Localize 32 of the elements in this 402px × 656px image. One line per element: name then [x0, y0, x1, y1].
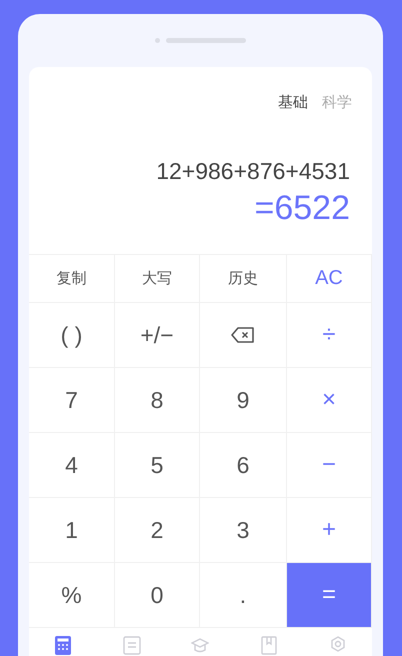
- result-text: =6522: [254, 189, 350, 228]
- operator-button[interactable]: ×: [287, 368, 372, 433]
- backspace-button[interactable]: [200, 303, 287, 368]
- key-button[interactable]: 8: [115, 368, 200, 433]
- key-button[interactable]: +/−: [115, 303, 200, 368]
- operator-button[interactable]: +: [287, 498, 372, 563]
- operator-button[interactable]: ÷: [287, 303, 372, 368]
- clear-button[interactable]: AC: [287, 255, 372, 303]
- expression-text: 12+986+876+4531: [155, 158, 350, 185]
- function-button[interactable]: 复制: [29, 255, 115, 303]
- key-button[interactable]: 1: [29, 498, 115, 563]
- key-button[interactable]: 3: [200, 498, 287, 563]
- key-button[interactable]: ( ): [29, 303, 115, 368]
- book-icon[interactable]: [260, 635, 278, 655]
- key-button[interactable]: .: [200, 563, 287, 628]
- backspace-icon: [230, 326, 256, 344]
- operator-button[interactable]: −: [287, 433, 372, 498]
- calculator-icon[interactable]: [54, 635, 72, 655]
- function-button[interactable]: 大写: [115, 255, 200, 303]
- key-button[interactable]: 5: [115, 433, 200, 498]
- camera-dot: [155, 38, 160, 43]
- key-button[interactable]: 7: [29, 368, 115, 433]
- mode-tab[interactable]: 基础: [278, 93, 308, 112]
- key-button[interactable]: %: [29, 563, 115, 628]
- key-button[interactable]: 4: [29, 433, 115, 498]
- equals-button[interactable]: =: [287, 563, 372, 628]
- document-icon[interactable]: [122, 635, 141, 655]
- key-button[interactable]: 0: [115, 563, 200, 628]
- key-button[interactable]: 9: [200, 368, 287, 433]
- function-button[interactable]: 历史: [200, 255, 287, 303]
- key-button[interactable]: 6: [200, 433, 287, 498]
- key-button[interactable]: 2: [115, 498, 200, 563]
